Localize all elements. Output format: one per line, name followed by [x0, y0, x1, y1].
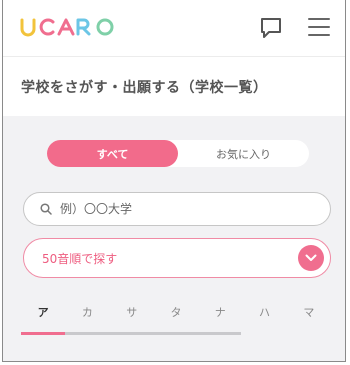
title-band: 学校をさがす・出願する（学校一覧） [3, 57, 345, 115]
kana-tab-ha[interactable]: ハ [242, 296, 286, 336]
ucaro-logo[interactable] [20, 16, 116, 38]
kana-tab-na[interactable]: ナ [198, 296, 242, 336]
school-search-box[interactable] [23, 192, 331, 226]
chevron-down-icon [298, 245, 324, 271]
kana-tab-sa[interactable]: サ [110, 296, 154, 336]
kana-tabs-scrollbar[interactable] [21, 332, 241, 335]
kana-tab-ka[interactable]: カ [65, 296, 109, 336]
active-tab-indicator [21, 332, 65, 335]
logo-mark [20, 18, 114, 37]
filter-toggle: すべて お気に入り [47, 140, 309, 167]
kana-search-label: 50音順で探す [42, 251, 118, 266]
tab-favorites[interactable]: お気に入り [178, 140, 309, 167]
school-search-input[interactable] [58, 201, 302, 217]
tab-all[interactable]: すべて [47, 140, 178, 167]
kana-tab-ma[interactable]: マ [287, 296, 331, 336]
kana-tab-a[interactable]: ア [21, 296, 65, 336]
search-panel: すべて お気に入り 50音順で探す ア カ サ タ ナ ハ マ [3, 116, 345, 361]
search-icon [40, 203, 52, 215]
page-title: 学校をさがす・出願する（学校一覧） [21, 80, 268, 96]
header [3, 0, 345, 57]
hamburger-menu-icon[interactable] [308, 17, 330, 37]
kana-tab-ta[interactable]: タ [154, 296, 198, 336]
kana-tabs: ア カ サ タ ナ ハ マ [21, 296, 331, 336]
chat-bubble-icon[interactable] [259, 16, 283, 40]
app-frame: 学校をさがす・出願する（学校一覧） すべて お気に入り 50音順で探す ア カ [2, 0, 346, 362]
kana-search-button[interactable]: 50音順で探す [23, 238, 331, 278]
